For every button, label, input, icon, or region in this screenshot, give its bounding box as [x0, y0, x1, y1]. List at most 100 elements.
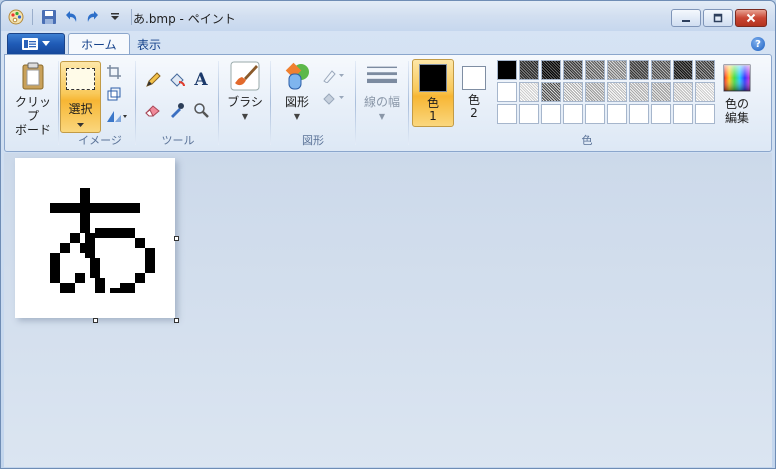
resize-handle-right[interactable] [174, 236, 179, 241]
resize-handle-bottom[interactable] [93, 318, 98, 323]
palette-color[interactable] [651, 82, 671, 102]
help-icon[interactable]: ? [751, 37, 765, 51]
size-group: 線の幅 ▼ [357, 59, 407, 149]
palette-custom-color[interactable] [695, 104, 715, 124]
magnifier-icon[interactable] [192, 101, 210, 119]
shapes-button[interactable]: 図形 ▼ [275, 61, 319, 124]
eraser-icon[interactable] [144, 101, 162, 119]
tab-view[interactable]: 表示 [125, 33, 173, 55]
minimize-icon [682, 20, 690, 22]
resize-icon[interactable] [105, 85, 123, 103]
color-picker-icon[interactable] [168, 101, 186, 119]
paint-app-icon[interactable] [7, 8, 25, 26]
brush-icon [230, 61, 260, 91]
text-tool-icon[interactable]: A [192, 70, 210, 90]
palette-color[interactable] [497, 60, 517, 80]
palette-color[interactable] [673, 60, 693, 80]
palette-color[interactable] [541, 82, 561, 102]
palette-custom-color[interactable] [673, 104, 693, 124]
resize-handle-corner[interactable] [174, 318, 179, 323]
color-1-label-line2: 1 [429, 109, 437, 123]
edit-colors-label-line2: 編集 [724, 111, 749, 125]
group-separator [408, 61, 409, 145]
palette-color[interactable] [673, 82, 693, 102]
palette-color[interactable] [585, 82, 605, 102]
palette-custom-color[interactable] [563, 104, 583, 124]
maximize-button[interactable] [703, 9, 733, 27]
save-icon[interactable] [40, 8, 58, 26]
color-palette [496, 59, 716, 125]
group-separator [218, 61, 219, 145]
color-2-label-line2: 2 [470, 106, 478, 120]
paint-menu-button[interactable] [7, 33, 65, 55]
size-label: 線の幅 [363, 95, 400, 109]
title-bar: あ.bmp - ペイント [1, 1, 775, 31]
chevron-down-icon: ▼ [293, 112, 301, 121]
palette-custom-color[interactable] [541, 104, 561, 124]
palette-color[interactable] [607, 82, 627, 102]
select-rectangle-icon [66, 68, 95, 90]
undo-icon[interactable] [62, 8, 80, 26]
pencil-icon[interactable] [144, 71, 162, 89]
chevron-down-icon [61, 117, 100, 131]
customize-qat-dropdown-icon[interactable] [106, 8, 124, 26]
palette-custom-color[interactable] [497, 104, 517, 124]
size-button[interactable]: 線の幅 ▼ [359, 61, 405, 124]
fill-bucket-icon[interactable] [168, 71, 186, 89]
edit-colors-label-line1: 色の [724, 97, 749, 111]
group-separator [355, 61, 356, 145]
qat-separator [32, 9, 33, 25]
palette-color[interactable] [563, 60, 583, 80]
select-button[interactable]: 選択 [60, 61, 101, 133]
tools-group-label: ツール [161, 134, 195, 147]
palette-color[interactable] [519, 82, 539, 102]
edit-colors-button[interactable]: 色の 編集 [717, 63, 757, 125]
palette-custom-color[interactable] [651, 104, 671, 124]
palette-color[interactable] [497, 82, 517, 102]
rotate-icon[interactable] [105, 107, 129, 125]
palette-color[interactable] [629, 60, 649, 80]
palette-color[interactable] [563, 82, 583, 102]
palette-color[interactable] [519, 60, 539, 80]
menu-icon [22, 38, 38, 50]
color-2-swatch [462, 66, 486, 90]
outline-icon[interactable] [321, 67, 347, 85]
palette-custom-color[interactable] [585, 104, 605, 124]
brushes-group: ブラシ ▼ [221, 59, 267, 149]
palette-color[interactable] [541, 60, 561, 80]
palette-custom-color[interactable] [607, 104, 627, 124]
color-2-button[interactable]: 色 2 [453, 59, 495, 127]
palette-color[interactable] [651, 60, 671, 80]
canvas-workspace[interactable] [4, 153, 772, 467]
chevron-down-icon [42, 41, 50, 46]
redo-icon[interactable] [84, 8, 102, 26]
select-label: 選択 [68, 102, 93, 116]
window-controls [671, 9, 767, 27]
line-width-icon [367, 61, 397, 91]
rainbow-palette-icon [722, 63, 752, 93]
shapes-group: 図形 ▼ 図形 [273, 59, 353, 149]
palette-color[interactable] [695, 60, 715, 80]
tab-home[interactable]: ホーム [68, 33, 130, 55]
brushes-label: ブラシ [227, 95, 263, 109]
drawing-canvas[interactable] [15, 158, 175, 318]
chevron-down-icon: ▼ [241, 112, 249, 121]
palette-custom-color[interactable] [519, 104, 539, 124]
brushes-button[interactable]: ブラシ ▼ [223, 61, 267, 124]
shapes-icon [282, 61, 312, 91]
fill-icon[interactable] [321, 89, 347, 107]
ribbon: クリップ ボード 選択 イメージ A ツール ブラシ ▼ 図形 ▼ 図形 線の幅… [4, 54, 772, 152]
crop-icon[interactable] [105, 63, 123, 81]
close-button[interactable] [735, 9, 767, 27]
palette-color[interactable] [607, 60, 627, 80]
palette-color[interactable] [695, 82, 715, 102]
shapes-label: 図形 [284, 95, 309, 109]
minimize-button[interactable] [671, 9, 701, 27]
hiragana-a-drawing [50, 188, 155, 293]
colors-group-label: 色 [581, 134, 593, 147]
palette-color[interactable] [629, 82, 649, 102]
palette-color[interactable] [585, 60, 605, 80]
image-group-label: イメージ [78, 134, 122, 147]
color-1-button[interactable]: 色 1 [412, 59, 454, 127]
palette-custom-color[interactable] [629, 104, 649, 124]
